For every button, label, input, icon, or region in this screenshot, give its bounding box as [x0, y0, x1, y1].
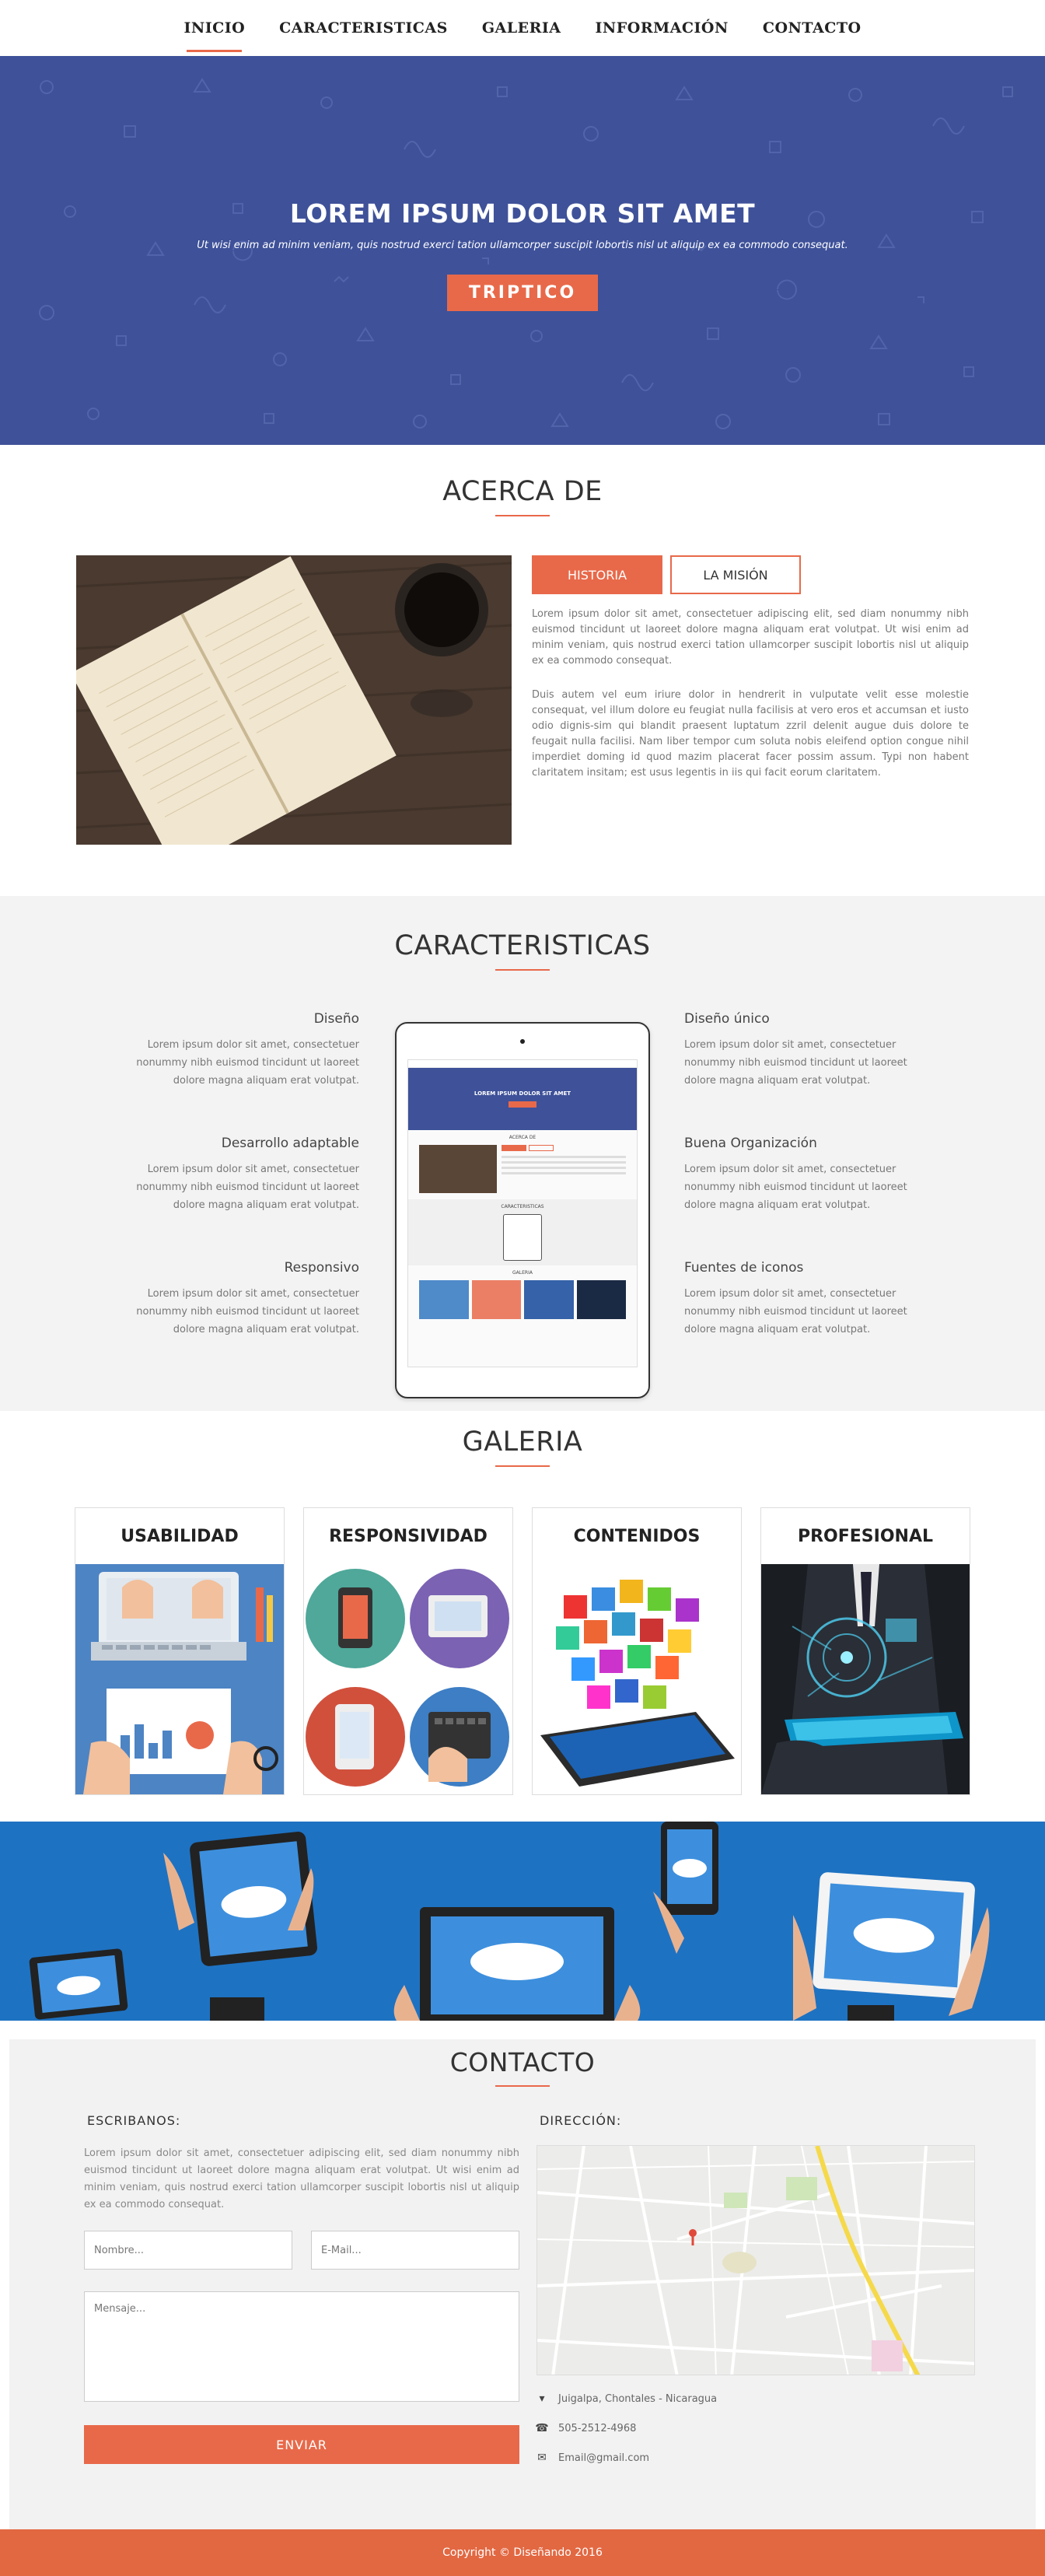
nav-item-contacto[interactable]: CONTACTO [763, 15, 862, 41]
card-title: CONTENIDOS [573, 1526, 701, 1546]
responsividad-image [304, 1564, 512, 1794]
devices-cloud-banner [0, 1822, 1045, 2021]
location-map[interactable] [536, 2145, 975, 2375]
feature-desarrollo-adaptable: Desarrollo adaptable Lorem ipsum dolor s… [126, 1136, 359, 1214]
top-nav: INICIO CARACTERISTICAS GALERIA INFORMACI… [0, 0, 1045, 56]
phone-text: 505-2512-4968 [558, 2422, 637, 2434]
card-title: PROFESIONAL [797, 1526, 933, 1546]
card-title: RESPONSIVIDAD [329, 1526, 488, 1546]
feature-text: Lorem ipsum dolor sit amet, consectetuer… [684, 1039, 907, 1087]
gallery-card-contenidos[interactable]: CONTENIDOS [532, 1507, 742, 1795]
acerca-title-rule [495, 515, 550, 516]
feature-title: Fuentes de iconos [684, 1260, 804, 1276]
name-input[interactable] [84, 2231, 292, 2270]
contenidos-image [533, 1564, 741, 1794]
nav-item-caracteristicas[interactable]: CARACTERISTICAS [279, 15, 448, 41]
feature-text: Lorem ipsum dolor sit amet, consectetuer… [136, 1164, 359, 1211]
caracteristicas-section: CARACTERISTICAS Diseño Lorem ipsum dolor… [0, 896, 1045, 1411]
gallery-card-usabilidad[interactable]: USABILIDAD [75, 1507, 285, 1795]
email-text[interactable]: Email@gmail.com [558, 2452, 649, 2464]
copyright-text: Copyright © Diseñando 2016 [442, 2546, 603, 2559]
feature-text: Lorem ipsum dolor sit amet, consectetuer… [136, 1288, 359, 1335]
address-line: ▾ Juigalpa, Chontales - Nicaragua [536, 2392, 975, 2405]
feature-buena-organizacion: Buena Organización Lorem ipsum dolor sit… [684, 1136, 917, 1214]
contact-text: Lorem ipsum dolor sit amet, consectetuer… [84, 2147, 519, 2210]
tablet-section-galeria: GALERIA [512, 1270, 533, 1276]
galeria-section: GALERIA USABILIDAD RESPONSIVIDAD CONTENI… [0, 1411, 1045, 1822]
feature-text: Lorem ipsum dolor sit amet, consectetuer… [136, 1039, 359, 1087]
profesional-image [761, 1564, 970, 1794]
galeria-title: GALERIA [462, 1426, 583, 1458]
nav-item-inicio[interactable]: INICIO [183, 15, 245, 52]
acerca-section: ACERCA DE HISTORIA LA MISIÓN Lorem ipsum… [0, 445, 1045, 896]
nav-item-galeria[interactable]: GALERIA [482, 15, 561, 41]
tab-la-mision[interactable]: LA MISIÓN [670, 555, 801, 594]
tab-historia[interactable]: HISTORIA [532, 555, 662, 594]
acerca-paragraph-2: Duis autem vel eum iriure dolor in hendr… [532, 689, 969, 779]
tablet-camera [520, 1039, 525, 1044]
feature-title: Diseño [313, 1011, 359, 1027]
phone-icon: ☎ [535, 2422, 549, 2434]
usabilidad-image [75, 1564, 284, 1794]
tablet-mockup: LOREM IPSUM DOLOR SIT AMET ACERCA DE CAR… [395, 1022, 650, 1398]
envelope-icon: ✉ [537, 2452, 547, 2464]
contacto-title-rule [495, 2085, 550, 2087]
triptico-button[interactable]: TRIPTICO [446, 274, 599, 311]
map-marker-icon: ▾ [539, 2392, 545, 2405]
feature-text: Lorem ipsum dolor sit amet, consectetuer… [684, 1288, 907, 1335]
card-title: USABILIDAD [121, 1526, 239, 1546]
hero-section: LOREM IPSUM DOLOR SIT AMET Ut wisi enim … [0, 56, 1045, 445]
contacto-section: CONTACTO ESCRIBANOS: Lorem ipsum dolor s… [9, 2039, 1036, 2529]
notebook-coffee-image [76, 555, 512, 845]
gallery-card-profesional[interactable]: PROFESIONAL [760, 1507, 970, 1795]
tablet-section-caracteristicas: CARACTERISTICAS [501, 1204, 544, 1209]
phone-line: ☎ 505-2512-4968 [535, 2422, 975, 2434]
hero-subtitle: Ut wisi enim ad minim veniam, quis nostr… [197, 239, 848, 251]
enviar-button[interactable]: ENVIAR [84, 2425, 519, 2464]
tablet-hero-title: LOREM IPSUM DOLOR SIT AMET [474, 1090, 571, 1097]
feature-responsivo: Responsivo Lorem ipsum dolor sit amet, c… [126, 1260, 359, 1339]
feature-diseno-unico: Diseño único Lorem ipsum dolor sit amet,… [684, 1011, 917, 1090]
tablet-section-acerca: ACERCA DE [509, 1135, 536, 1140]
gallery-card-responsividad[interactable]: RESPONSIVIDAD [303, 1507, 513, 1795]
feature-title: Responsivo [284, 1260, 359, 1276]
direccion-heading: DIRECCIÓN: [540, 2113, 622, 2128]
email-input[interactable] [311, 2231, 519, 2270]
message-textarea[interactable] [84, 2291, 519, 2402]
caracteristicas-title: CARACTERISTICAS [394, 930, 651, 961]
feature-title: Diseño único [684, 1011, 770, 1027]
escribanos-heading: ESCRIBANOS: [87, 2113, 181, 2128]
feature-fuentes-de-iconos: Fuentes de iconos Lorem ipsum dolor sit … [684, 1260, 917, 1339]
acerca-paragraph-1: Lorem ipsum dolor sit amet, consectetuer… [532, 608, 969, 667]
acerca-title: ACERCA DE [442, 476, 603, 507]
nav-item-informacion[interactable]: INFORMACIÓN [596, 15, 729, 41]
address-text: Juigalpa, Chontales - Nicaragua [558, 2392, 718, 2405]
footer: Copyright © Diseñando 2016 [0, 2529, 1045, 2576]
tablet-screen: LOREM IPSUM DOLOR SIT AMET ACERCA DE CAR… [407, 1059, 638, 1367]
feature-text: Lorem ipsum dolor sit amet, consectetuer… [684, 1164, 907, 1211]
email-line: ✉ Email@gmail.com [536, 2452, 975, 2464]
feature-title: Buena Organización [684, 1136, 817, 1151]
hero-title: LOREM IPSUM DOLOR SIT AMET [289, 198, 756, 229]
feature-title: Desarrollo adaptable [221, 1136, 359, 1151]
feature-diseno: Diseño Lorem ipsum dolor sit amet, conse… [126, 1011, 359, 1090]
contacto-title: CONTACTO [449, 2047, 596, 2077]
galeria-title-rule [495, 1465, 550, 1467]
